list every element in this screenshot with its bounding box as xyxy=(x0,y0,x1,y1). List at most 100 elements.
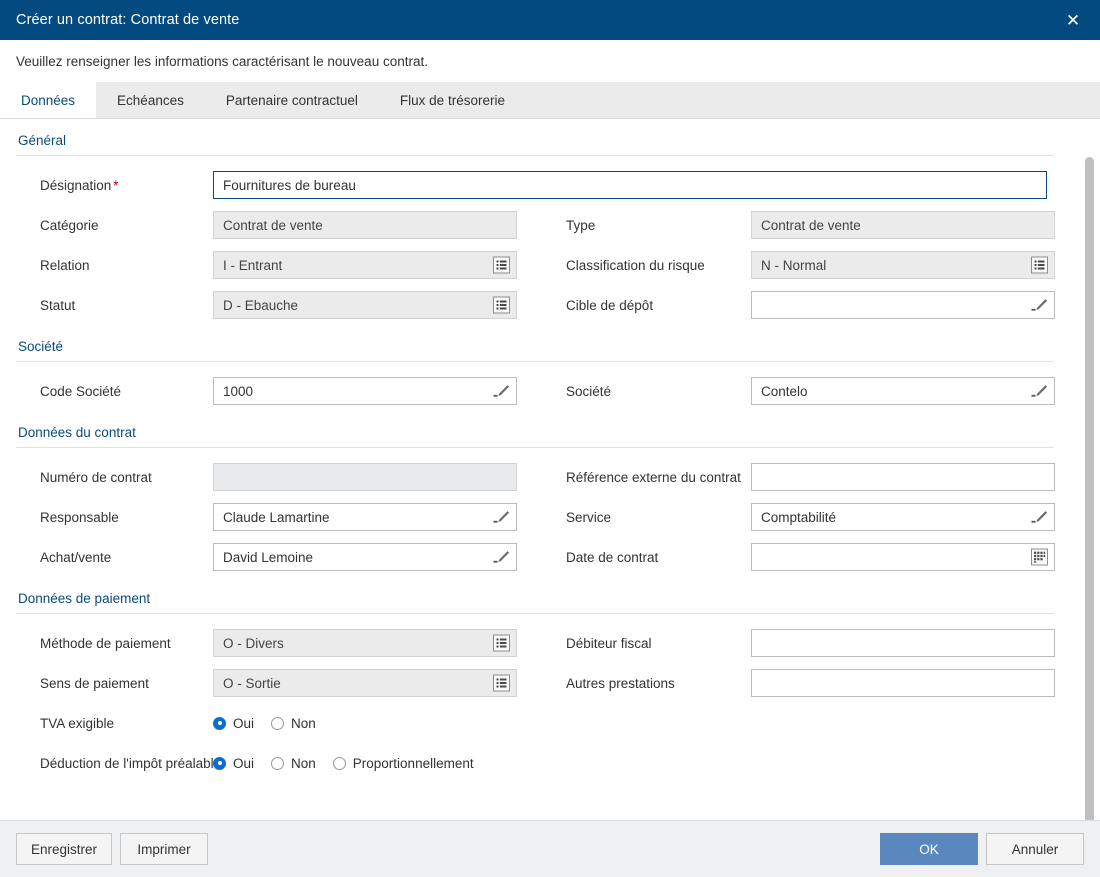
section-rule-societe xyxy=(16,361,1054,362)
methode-de-paiement-input[interactable] xyxy=(214,630,516,656)
field-date-de-contrat[interactable] xyxy=(751,543,1055,571)
field-cible-de-depot[interactable] xyxy=(751,291,1055,319)
form-row-numero-reference: Numéro de contrat Référence externe du c… xyxy=(16,457,1055,497)
relation-input[interactable] xyxy=(214,252,516,278)
numero-de-contrat-input xyxy=(214,464,516,490)
field-achat-vente[interactable] xyxy=(213,543,517,571)
field-responsable[interactable] xyxy=(213,503,517,531)
field-reference-externe[interactable] xyxy=(751,463,1055,491)
debiteur-fiscal-input[interactable] xyxy=(752,630,1054,656)
radio-label-deduction-oui: Oui xyxy=(233,755,255,771)
form-row-responsable-service: Responsable Service xyxy=(16,497,1055,537)
save-button[interactable]: Enregistrer xyxy=(16,833,113,865)
field-service[interactable] xyxy=(751,503,1055,531)
field-code-societe[interactable] xyxy=(213,377,517,405)
tab-flux-de-tresorerie[interactable]: Flux de trésorerie xyxy=(379,82,526,118)
achat-vente-input[interactable] xyxy=(214,544,516,570)
edit-pencil-icon[interactable] xyxy=(492,382,511,401)
field-sens-de-paiement[interactable] xyxy=(213,669,517,697)
field-debiteur-fiscal[interactable] xyxy=(751,629,1055,657)
edit-pencil-icon[interactable] xyxy=(1030,382,1049,401)
vertical-scrollbar[interactable] xyxy=(1085,157,1094,820)
radio-label-tva-oui: Oui xyxy=(233,715,255,731)
sens-de-paiement-input[interactable] xyxy=(214,670,516,696)
label-cible-de-depot: Cible de dépôt xyxy=(566,297,654,313)
ok-button[interactable]: OK xyxy=(880,833,978,865)
tab-echeances[interactable]: Echéances xyxy=(96,82,205,118)
required-asterisk: * xyxy=(113,177,119,193)
dialog-title: Créer un contrat: Contrat de vente xyxy=(16,12,240,28)
classification-input[interactable] xyxy=(752,252,1054,278)
section-title-donnees-de-paiement: Données de paiement xyxy=(18,591,151,606)
section-title-donnees-du-contrat: Données du contrat xyxy=(18,425,136,440)
label-reference-externe: Référence externe du contrat xyxy=(566,469,741,485)
label-service: Service xyxy=(566,509,612,525)
form-row-statut-cible: Statut D - Ebauche Cible de dépôt xyxy=(16,285,1055,325)
edit-pencil-icon[interactable] xyxy=(1030,296,1049,315)
section-title-general: Général xyxy=(18,133,67,148)
code-societe-input[interactable] xyxy=(214,378,516,404)
label-type: Type xyxy=(566,217,596,233)
label-classification-du-risque: Classification du risque xyxy=(566,257,705,273)
radio-circle-icon xyxy=(213,716,226,730)
radio-circle-icon xyxy=(213,756,226,770)
form-row-code-societe: Code Société Société xyxy=(16,371,1055,411)
autres-prestations-input[interactable] xyxy=(752,670,1054,696)
radio-tva-oui[interactable]: Oui xyxy=(213,716,254,731)
value-help-list-icon[interactable] xyxy=(1030,256,1049,275)
value-help-list-icon[interactable] xyxy=(492,634,511,653)
radio-deduction-proportionnellement[interactable]: Proportionnellement xyxy=(332,755,474,771)
dialog-footer: Enregistrer Imprimer OK Annuler xyxy=(0,820,1100,877)
form-row-sens-autres: Sens de paiement O - Sortie Autres prest… xyxy=(16,663,1055,703)
edit-pencil-icon[interactable] xyxy=(492,508,511,527)
field-classification-du-risque[interactable] xyxy=(751,251,1055,279)
reference-externe-input[interactable] xyxy=(752,464,1054,490)
form-row-designation: Désignation * xyxy=(16,165,1054,205)
service-input[interactable] xyxy=(752,504,1054,530)
edit-pencil-icon[interactable] xyxy=(1030,508,1049,527)
field-designation[interactable] xyxy=(213,171,1047,199)
form-row-tva-exigible: TVA exigible Oui Non xyxy=(16,703,1054,743)
field-relation[interactable] xyxy=(213,251,517,279)
designation-input[interactable] xyxy=(214,172,1046,198)
date-de-contrat-input[interactable] xyxy=(752,544,1054,570)
radio-label-deduction-proportionnellement: Proportionnellement xyxy=(352,755,474,771)
scrollbar-thumb[interactable] xyxy=(1085,157,1094,820)
categorie-input xyxy=(214,212,516,238)
radio-circle-icon xyxy=(271,756,285,770)
label-methode-de-paiement: Méthode de paiement xyxy=(40,635,171,651)
label-responsable: Responsable xyxy=(40,509,119,525)
label-date-de-contrat: Date de contrat xyxy=(566,549,659,565)
field-societe[interactable] xyxy=(751,377,1055,405)
cancel-button[interactable]: Annuler xyxy=(986,833,1084,865)
field-methode-de-paiement[interactable] xyxy=(213,629,517,657)
radio-circle-icon xyxy=(271,716,285,730)
close-icon[interactable]: ✕ xyxy=(1060,7,1086,33)
dialog-subtitle: Veuillez renseigner les informations car… xyxy=(16,53,428,69)
value-help-list-icon[interactable] xyxy=(492,674,511,693)
edit-pencil-icon[interactable] xyxy=(492,548,511,567)
radio-deduction-oui[interactable]: Oui xyxy=(213,756,254,771)
radio-group-tva-exigible: Oui Non xyxy=(213,716,333,731)
field-statut[interactable] xyxy=(213,291,517,319)
value-help-list-icon[interactable] xyxy=(492,296,511,315)
statut-input[interactable] xyxy=(214,292,516,318)
form-row-methode-debiteur: Méthode de paiement O - Divers Débiteur … xyxy=(16,623,1055,663)
responsable-input[interactable] xyxy=(214,504,516,530)
print-button[interactable]: Imprimer xyxy=(120,833,209,865)
calendar-icon[interactable] xyxy=(1030,548,1049,567)
label-autres-prestations: Autres prestations xyxy=(566,675,675,691)
tabbar: Données Echéances Partenaire contractuel… xyxy=(0,82,1100,119)
tab-donnees[interactable]: Données xyxy=(0,82,97,118)
societe-input[interactable] xyxy=(752,378,1054,404)
value-help-list-icon[interactable] xyxy=(492,256,511,275)
radio-label-tva-non: Non xyxy=(291,715,316,731)
radio-tva-non[interactable]: Non xyxy=(271,716,316,731)
radio-deduction-non[interactable]: Non xyxy=(271,756,316,771)
field-autres-prestations[interactable] xyxy=(751,669,1055,697)
dialog-subtitle-bar: Veuillez renseigner les informations car… xyxy=(0,40,1100,82)
cible-de-depot-input[interactable] xyxy=(752,292,1054,318)
footer-left-actions: Enregistrer Imprimer xyxy=(16,833,209,865)
radio-circle-icon xyxy=(332,756,346,770)
tab-partenaire-contractuel[interactable]: Partenaire contractuel xyxy=(205,82,379,118)
